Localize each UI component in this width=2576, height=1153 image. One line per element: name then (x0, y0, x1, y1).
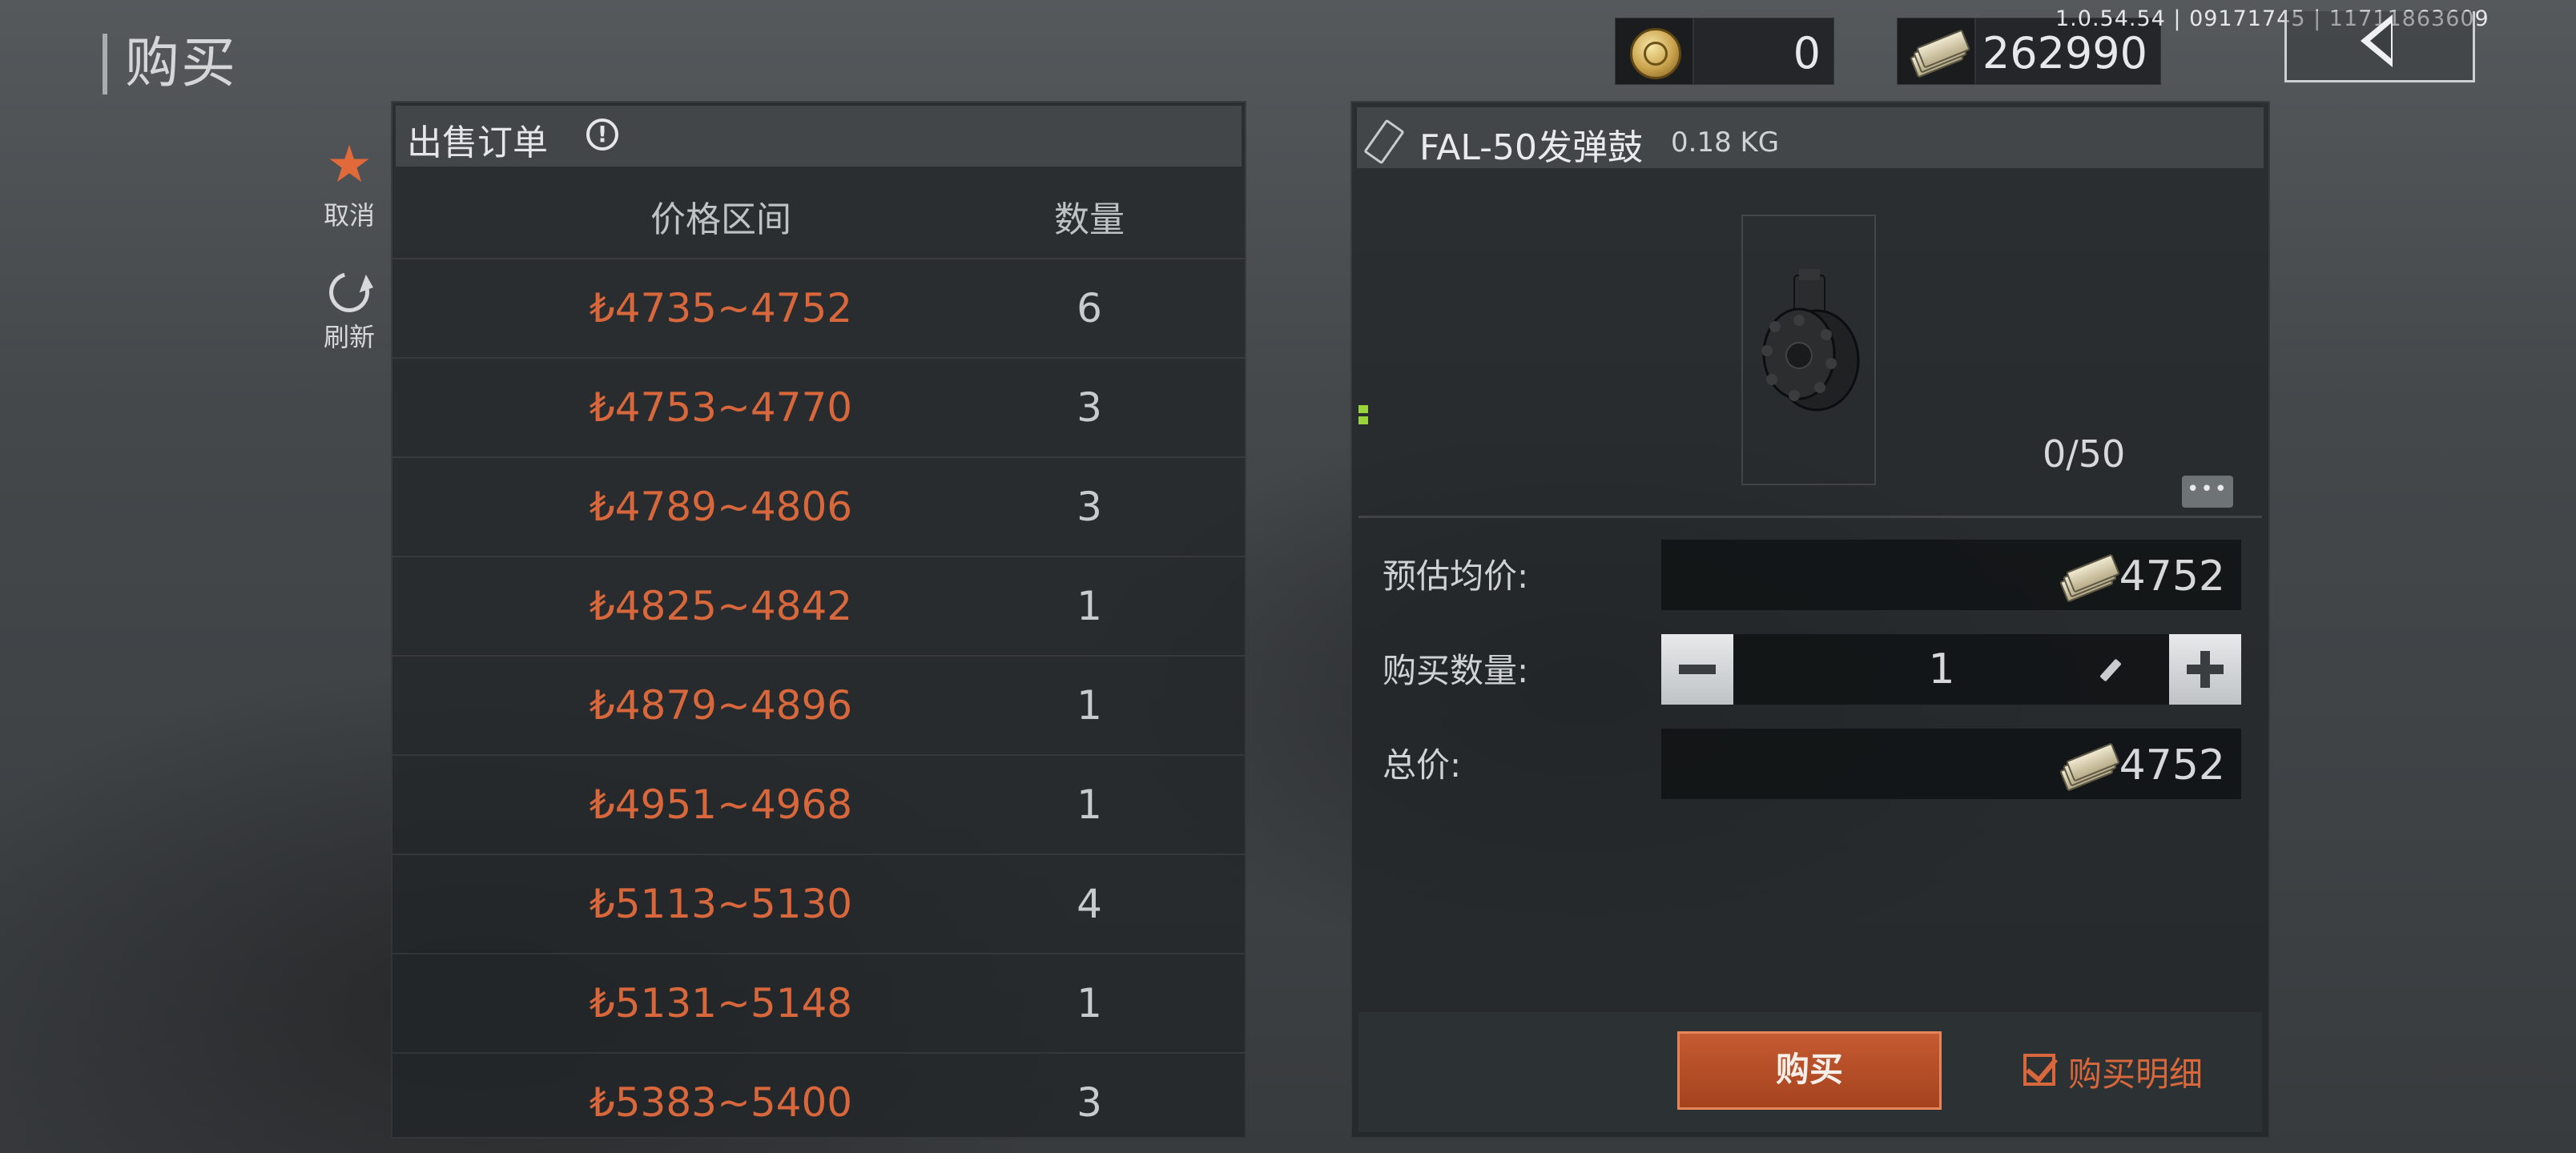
order-price-range: ₺4789~4806 (589, 484, 853, 530)
magazine-icon (1363, 119, 1405, 165)
order-quantity: 3 (1077, 384, 1102, 431)
order-price-range: ₺4735~4752 (589, 285, 853, 331)
order-row[interactable]: ₺4735~4752 6 (392, 258, 1245, 357)
order-row[interactable]: ₺5383~5400 3 (392, 1052, 1245, 1151)
order-price-range: ₺4825~4842 (589, 583, 853, 629)
item-detail-panel: FAL-50发弹鼓 0.18 KG 0/50 ••• 预估均价: 4752 购买… (1350, 101, 2270, 1139)
page-title: 购买 (103, 34, 237, 94)
order-quantity: 4 (1077, 881, 1102, 927)
purchase-detail-checkbox[interactable] (2023, 1050, 2058, 1086)
sell-orders-title: 出售订单 (407, 123, 548, 163)
order-row[interactable]: ₺5113~5130 4 (392, 854, 1245, 953)
cash-icon (2057, 553, 2121, 603)
stock-count: 0/50 (2043, 432, 2126, 476)
quantity-input[interactable]: 1 (1902, 645, 1982, 693)
order-row[interactable]: ₺4753~4770 3 (392, 357, 1245, 456)
total-price-field: 4752 (1661, 729, 2241, 799)
orders-list: ₺4735~4752 6 ₺4753~4770 3 ₺4789~4806 3 ₺4825~4… (392, 258, 1245, 1151)
order-quantity: 1 (1077, 980, 1102, 1026)
order-quantity: 1 (1077, 583, 1102, 629)
purchase-detail-label[interactable]: 购买明细 (2068, 1047, 2203, 1096)
order-price-range: ₺4951~4968 (589, 781, 853, 828)
minus-icon (1679, 665, 1716, 674)
back-button[interactable] (2284, 11, 2475, 82)
sell-orders-header: 出售订单 ! (396, 106, 1242, 167)
order-quantity: 3 (1077, 1079, 1102, 1126)
order-price-range: ₺4753~4770 (589, 384, 853, 431)
cancel-button[interactable]: ★ 取消 (309, 136, 389, 232)
coin-icon (1630, 28, 1681, 79)
order-quantity: 6 (1077, 285, 1102, 331)
order-quantity: 1 (1077, 781, 1102, 828)
refresh-label: 刷新 (323, 322, 375, 352)
status-marker (1358, 405, 1368, 428)
sell-orders-panel: 出售订单 ! 价格区间 数量 ₺4735~4752 6 ₺4753~4770 3 ₺47… (391, 101, 1246, 1139)
coin-balance-value: 0 (1793, 28, 1821, 78)
divider (1358, 516, 2262, 518)
item-name: FAL-50发弹鼓 (1419, 127, 1643, 168)
estimated-avg-price-label: 预估均价: (1383, 556, 1529, 596)
cash-icon (2057, 742, 2121, 792)
item-header: FAL-50发弹鼓 0.18 KG (1357, 107, 2264, 168)
estimated-avg-price-field: 4752 (1661, 540, 2241, 610)
buy-quantity-label: 购买数量: (1383, 651, 1529, 690)
order-quantity: 1 (1077, 682, 1102, 729)
drum-magazine-image (1761, 269, 1860, 412)
column-header-quantity: 数量 (1054, 199, 1125, 240)
order-price-range: ₺4879~4896 (589, 682, 853, 729)
item-preview (1741, 215, 1876, 485)
refresh-button[interactable]: 刷新 (309, 264, 389, 354)
cancel-label: 取消 (323, 200, 375, 231)
cash-balance-value: 262990 (1982, 28, 2147, 78)
pencil-icon[interactable] (2099, 658, 2122, 682)
coin-balance: 0 (1615, 18, 1834, 85)
column-header-price: 价格区间 (650, 199, 791, 240)
order-price-range: ₺5113~5130 (589, 881, 853, 927)
item-weight: 0.18 KG (1671, 127, 1780, 159)
decrease-quantity-button[interactable] (1661, 634, 1733, 705)
chevron-left-icon (2361, 14, 2393, 67)
total-price-value: 4752 (2119, 741, 2225, 789)
more-button[interactable]: ••• (2182, 476, 2233, 508)
increase-quantity-button[interactable] (2169, 634, 2241, 705)
order-price-range: ₺5131~5148 (589, 980, 853, 1026)
info-icon[interactable]: ! (586, 119, 618, 151)
estimated-avg-price-value: 4752 (2119, 552, 2225, 601)
refresh-icon (321, 264, 377, 320)
order-row[interactable]: ₺4825~4842 1 (392, 556, 1245, 655)
total-price-label: 总价: (1383, 745, 1462, 785)
order-quantity: 3 (1077, 484, 1102, 530)
order-row[interactable]: ₺4951~4968 1 (392, 754, 1245, 854)
buy-button[interactable]: 购买 (1677, 1031, 1942, 1110)
order-row[interactable]: ₺4789~4806 3 (392, 456, 1245, 556)
order-price-range: ₺5383~5400 (589, 1079, 853, 1126)
order-row[interactable]: ₺4879~4896 1 (392, 655, 1245, 754)
checkmark-icon (2026, 1050, 2058, 1083)
purchase-footer: 购买 购买明细 (1358, 1012, 2262, 1132)
order-row[interactable]: ₺5131~5148 1 (392, 953, 1245, 1052)
quantity-stepper: 1 (1661, 634, 2241, 705)
star-icon: ★ (326, 135, 372, 195)
